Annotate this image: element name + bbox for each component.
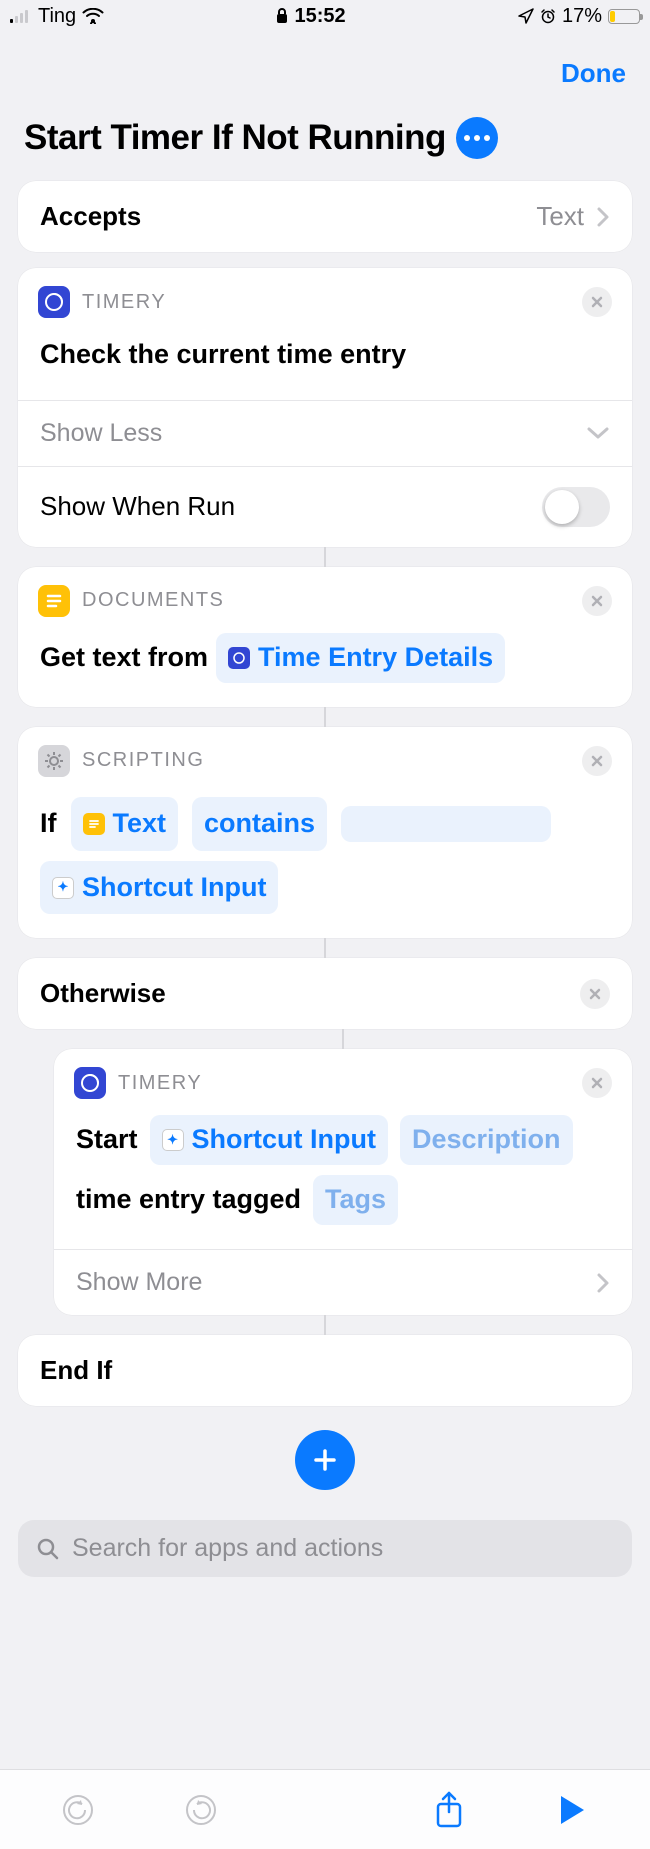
timery-start-action[interactable]: TIMERY Start ✦ Shortcut Input Descriptio… [54,1049,632,1315]
end-if-block[interactable]: End If [18,1335,632,1406]
search-placeholder: Search for apps and actions [72,1534,383,1563]
show-less-row[interactable]: Show Less [18,400,632,466]
documents-app-name: DOCUMENTS [82,589,224,612]
remove-action-button[interactable] [580,979,610,1009]
scripting-if-action[interactable]: SCRIPTING If Text contains ✦ Shortcut In… [18,727,632,939]
accepts-value: Text [536,201,584,232]
undo-button[interactable] [38,1785,118,1835]
scripting-app-icon [38,745,70,777]
status-bar: Ting 15:52 17% [0,0,650,32]
empty-slot[interactable] [341,806,551,842]
lock-icon [276,8,288,24]
timery-check-action[interactable]: TIMERY Check the current time entry Show… [18,268,632,547]
wifi-icon [82,8,104,24]
connector-line [324,938,326,958]
token-label: Text [113,801,167,847]
documents-app-icon [38,585,70,617]
token-label: Time Entry Details [258,637,493,679]
timery-mini-icon [228,647,250,669]
remove-action-button[interactable] [582,287,612,317]
accepts-card[interactable]: Accepts Text [18,181,632,252]
add-action-button[interactable] [295,1430,355,1490]
scripting-app-name: SCRIPTING [82,749,204,772]
get-text-prefix: Get text from [40,637,208,679]
carrier-text: Ting [38,5,76,28]
clock-text: 15:52 [294,5,345,28]
alarm-icon [540,8,556,24]
action-title: Check the current time entry [40,334,406,376]
timery-app-name: TIMERY [118,1072,202,1095]
token-label: Shortcut Input [82,865,266,911]
connector-line [342,1029,344,1049]
shortcut-mini-icon: ✦ [52,877,74,899]
show-more-row[interactable]: Show More [54,1249,632,1315]
redo-button[interactable] [161,1785,241,1835]
remove-action-button[interactable] [582,1068,612,1098]
bottom-toolbar [0,1769,650,1849]
if-keyword: If [40,801,57,847]
connector-line [324,1315,326,1335]
time-entry-details-token[interactable]: Time Entry Details [216,633,505,683]
chevron-down-icon [586,426,610,440]
search-input[interactable]: Search for apps and actions [18,1520,632,1577]
share-button[interactable] [409,1785,489,1835]
show-more-label: Show More [76,1268,202,1297]
show-when-run-label: Show When Run [40,491,235,522]
show-when-run-row[interactable]: Show When Run [18,466,632,547]
show-when-run-switch[interactable] [542,487,610,527]
shortcut-mini-icon: ✦ [162,1129,184,1151]
more-options-button[interactable] [456,117,498,159]
tagged-text: time entry tagged [76,1179,301,1221]
remove-action-button[interactable] [582,746,612,776]
text-variable-token[interactable]: Text [71,797,179,851]
timery-app-name: TIMERY [82,291,166,314]
shortcut-input-token[interactable]: ✦ Shortcut Input [150,1115,388,1165]
documents-mini-icon [83,813,105,835]
otherwise-label: Otherwise [40,978,166,1009]
run-button[interactable] [532,1785,612,1835]
search-icon [36,1537,60,1561]
connector-line [324,707,326,727]
done-button[interactable]: Done [561,58,626,89]
page-title: Start Timer If Not Running [24,118,446,158]
token-label: Shortcut Input [192,1119,376,1161]
battery-text: 17% [562,5,602,28]
connector-line [324,547,326,567]
timery-app-icon [74,1067,106,1099]
shortcut-input-token[interactable]: ✦ Shortcut Input [40,861,278,915]
timery-app-icon [38,286,70,318]
condition-contains-token[interactable]: contains [192,797,327,851]
start-label: Start [76,1119,138,1161]
remove-action-button[interactable] [582,586,612,616]
chevron-right-icon [596,1272,610,1294]
accepts-label: Accepts [40,201,141,232]
documents-get-text-action[interactable]: DOCUMENTS Get text from Time Entry Detai… [18,567,632,707]
description-placeholder-token[interactable]: Description [400,1115,573,1165]
battery-icon [608,9,640,24]
signal-icon [10,9,32,23]
chevron-right-icon [596,206,610,228]
show-less-label: Show Less [40,419,162,448]
toolbar-spacer [285,1785,365,1835]
tags-placeholder-token[interactable]: Tags [313,1175,398,1225]
location-icon [518,8,534,24]
end-if-label: End If [40,1355,112,1386]
otherwise-block[interactable]: Otherwise [18,958,632,1029]
